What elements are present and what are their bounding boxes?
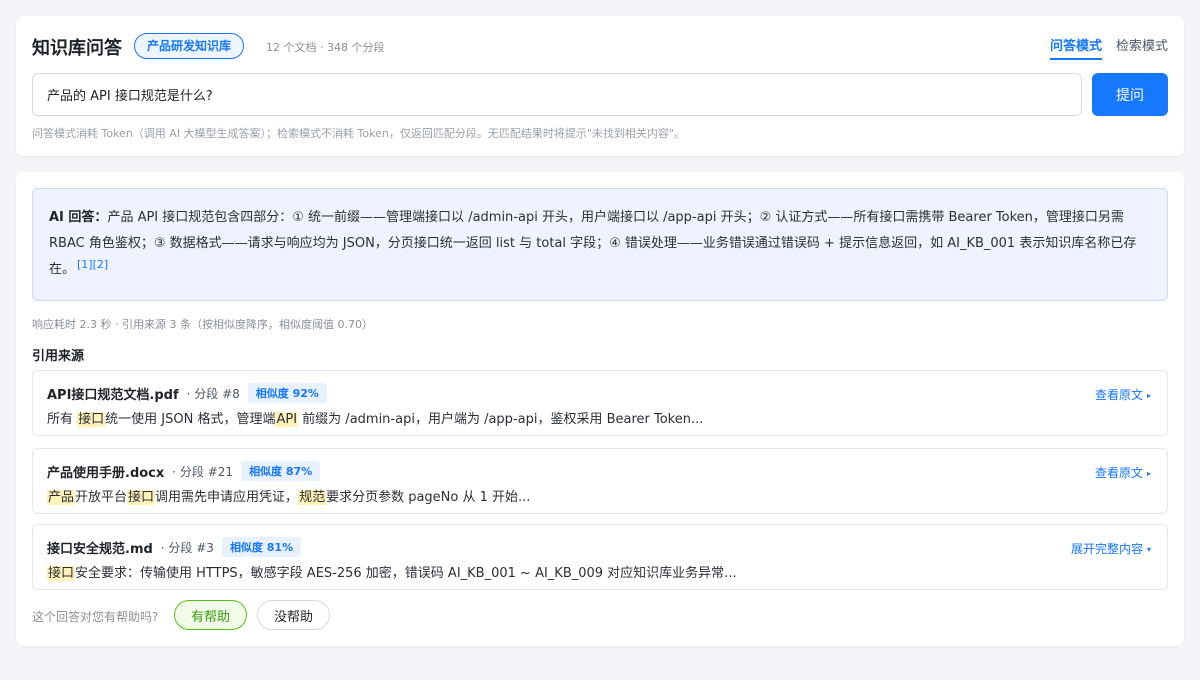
caret-down-icon: ▾: [1146, 545, 1151, 554]
page-title: 知识库问答: [32, 38, 122, 59]
source-file-name: API接口规范文档.pdf: [47, 387, 179, 403]
source-file-name: 产品使用手册.docx: [47, 465, 165, 481]
source-segment: · 分段 #21: [172, 464, 234, 479]
view-source-link[interactable]: 查看原文 ▸: [1095, 464, 1151, 481]
snippet-text: 安全要求：传输使用 HTTPS，敏感字段 AES-256 加密，错误码 AI_K…: [75, 566, 737, 581]
caret-right-icon: ▸: [1146, 391, 1151, 400]
tab-qa-mode[interactable]: 问答模式: [1049, 35, 1102, 60]
snippet-text: 统一使用 JSON 格式，管理端: [105, 412, 276, 427]
keyword-highlight: 接口: [47, 566, 76, 581]
snippet-text: 要求分页参数 pageNo 从 1 开始...: [326, 490, 531, 505]
response-meta: 响应耗时 2.3 秒 · 引用来源 3 条（按相似度降序，相似度阈值 0.70）: [32, 318, 373, 331]
sources-heading: 引用来源: [32, 349, 85, 364]
source-segment: · 分段 #8: [186, 386, 240, 401]
snippet-text: 开放平台: [75, 490, 128, 505]
ai-answer-text: 产品 API 接口规范包含四部分：① 统一前缀——管理端接口以 /admin-a…: [49, 210, 1137, 277]
mode-hint: 问答模式消耗 Token（调用 AI 大模型生成答案）；检索模式不消耗 Toke…: [32, 127, 685, 140]
caret-right-icon: ▸: [1146, 469, 1151, 478]
knowledge-base-selector[interactable]: 产品研发知识库: [134, 33, 245, 59]
similarity-badge: 相似度 87%: [241, 461, 321, 481]
similarity-badge: 相似度 92%: [247, 383, 327, 403]
expand-content-link[interactable]: 展开完整内容 ▾: [1071, 540, 1151, 557]
keyword-highlight: 接口: [77, 412, 106, 427]
source-snippet: 产品开放平台接口调用需先申请应用凭证，规范要求分页参数 pageNo 从 1 开…: [47, 486, 530, 505]
feedback-question: 这个回答对您有帮助吗?: [32, 610, 159, 624]
result-panel: AI 回答：产品 API 接口规范包含四部分：① 统一前缀——管理端接口以 /a…: [16, 172, 1184, 646]
not-helpful-button[interactable]: 没帮助: [257, 600, 331, 630]
keyword-highlight: 接口: [127, 490, 156, 505]
citation-links[interactable]: [1][2]: [77, 258, 108, 271]
source-item: 产品使用手册.docx · 分段 #21 相似度 87% 查看原文 ▸ 产品开放平…: [32, 448, 1168, 514]
knowledge-base-meta: 12 个文档 · 348 个分段: [266, 41, 385, 54]
tab-search-mode[interactable]: 检索模式: [1116, 35, 1168, 60]
source-snippet: 接口安全要求：传输使用 HTTPS，敏感字段 AES-256 加密，错误码 AI…: [47, 562, 737, 581]
query-panel: 知识库问答 产品研发知识库 12 个文档 · 348 个分段 问答模式 检索模式…: [16, 16, 1184, 156]
keyword-highlight: API: [275, 412, 299, 427]
source-item: 接口安全规范.md · 分段 #3 相似度 81% 展开完整内容 ▾ 接口安全要求…: [32, 524, 1168, 590]
snippet-text: 调用需先申请应用凭证，: [155, 490, 299, 505]
view-source-link[interactable]: 查看原文 ▸: [1095, 386, 1151, 403]
ai-answer: AI 回答：产品 API 接口规范包含四部分：① 统一前缀——管理端接口以 /a…: [32, 188, 1168, 301]
keyword-highlight: 规范: [298, 490, 327, 505]
keyword-highlight: 产品: [47, 490, 76, 505]
snippet-text: 前缀为 /admin-api，用户端为 /app-api，鉴权采用 Bearer…: [298, 412, 704, 427]
mode-tabs: 问答模式 检索模式: [1049, 35, 1168, 60]
question-input[interactable]: [32, 73, 1082, 116]
similarity-badge: 相似度 81%: [221, 537, 302, 557]
source-item: API接口规范文档.pdf · 分段 #8 相似度 92% 查看原文 ▸ 所有 接…: [32, 370, 1168, 436]
source-segment: · 分段 #3: [160, 540, 214, 555]
ai-answer-label: AI 回答：: [49, 210, 108, 225]
helpful-button[interactable]: 有帮助: [174, 600, 248, 630]
snippet-text: 所有: [47, 412, 78, 427]
source-snippet: 所有 接口统一使用 JSON 格式，管理端API 前缀为 /admin-api，…: [47, 408, 703, 427]
source-file-name: 接口安全规范.md: [47, 541, 153, 557]
ask-button[interactable]: 提问: [1092, 73, 1168, 116]
